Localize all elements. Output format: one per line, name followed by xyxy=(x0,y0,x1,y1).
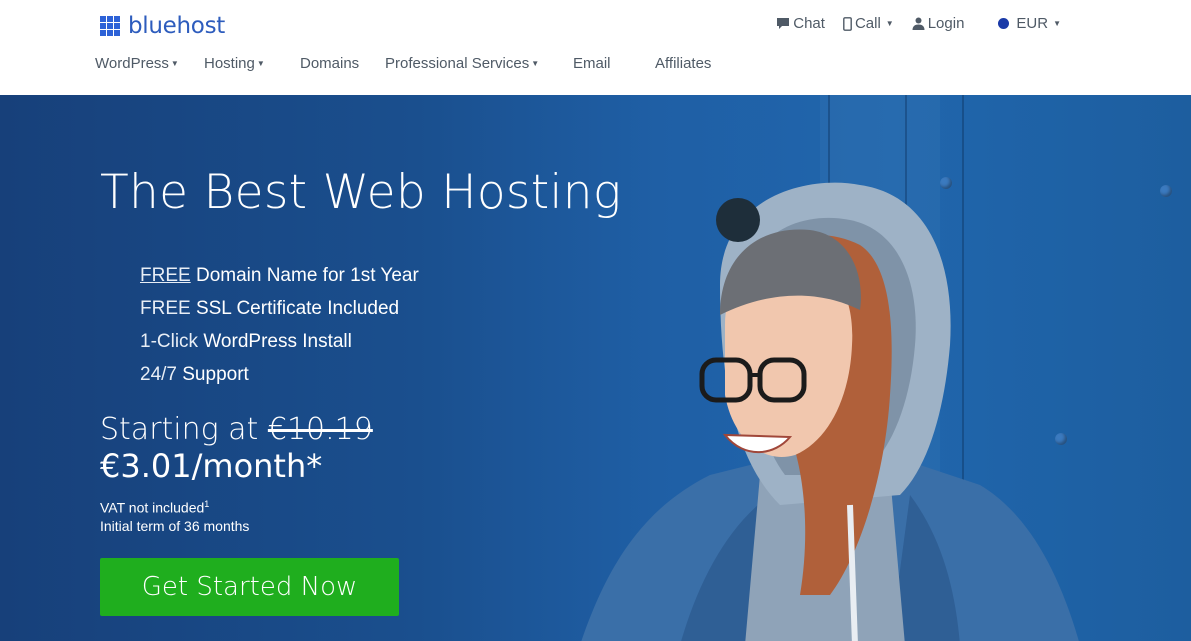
chevron-down-icon: ▼ xyxy=(531,59,540,68)
hero-banner: The Best Web Hosting FREE Domain Name fo… xyxy=(0,95,1191,641)
site-header: bluehost Chat Call ▼ Login EUR ▼ WordPre… xyxy=(0,0,1191,95)
call-label: Call xyxy=(854,15,881,32)
feature-bold-text: Support xyxy=(176,364,249,385)
nav-item-domains[interactable]: Domains xyxy=(300,55,385,72)
price-prefix: Starting at xyxy=(100,412,268,447)
call-link[interactable]: Call ▼ xyxy=(843,15,894,32)
currency-flag-icon xyxy=(998,18,1010,29)
phone-icon xyxy=(843,16,852,31)
logo-text: bluehost xyxy=(128,13,225,39)
login-link[interactable]: Login xyxy=(912,15,965,32)
term-note: Initial term of 36 months xyxy=(100,517,250,534)
main-nav: WordPress ▼ Hosting ▼ Domains Professional… xyxy=(95,55,711,72)
user-icon xyxy=(912,17,925,30)
bluehost-logo[interactable]: bluehost xyxy=(100,13,225,39)
chat-link[interactable]: Chat xyxy=(776,15,825,32)
chevron-down-icon: ▼ xyxy=(256,59,265,68)
feature-bold-text: Domain Name for 1st Year xyxy=(190,265,419,286)
feature-light-text: 24/7 xyxy=(140,364,177,385)
currency-label: EUR xyxy=(1016,15,1049,32)
feature-list: FREE Domain Name for 1st Year FREE SSL C… xyxy=(140,264,419,396)
nav-item-wordpress[interactable]: WordPress ▼ xyxy=(95,55,204,72)
nav-label: WordPress xyxy=(95,55,169,72)
chevron-down-icon: ▼ xyxy=(885,19,894,28)
logo-grid-icon xyxy=(100,16,120,36)
price-new: €3.01/month* xyxy=(100,447,323,485)
feature-item-support: 24/7 Support xyxy=(140,363,419,396)
vat-note: VAT not included1 xyxy=(100,499,210,516)
feature-item-domain: FREE Domain Name for 1st Year xyxy=(140,264,419,297)
chevron-down-icon: ▼ xyxy=(170,59,179,68)
currency-selector[interactable]: EUR ▼ xyxy=(998,15,1061,32)
utility-links: Chat Call ▼ Login EUR ▼ xyxy=(758,15,1061,32)
feature-bold-text: WordPress Install xyxy=(198,331,352,352)
nav-label: Domains xyxy=(300,55,360,72)
feature-bold-text: SSL Certificate Included xyxy=(190,298,400,319)
nav-label: Hosting xyxy=(204,55,255,72)
feature-item-ssl: FREE SSL Certificate Included xyxy=(140,297,419,330)
chat-label: Chat xyxy=(793,15,825,32)
nav-label: Affiliates xyxy=(655,55,712,72)
nav-item-hosting[interactable]: Hosting ▼ xyxy=(204,55,300,72)
hero-title: The Best Web Hosting xyxy=(100,165,622,220)
login-label: Login xyxy=(927,15,965,32)
feature-light-text: FREE xyxy=(140,298,191,319)
nav-label: Email xyxy=(573,55,611,72)
feature-light-text: 1-Click xyxy=(140,331,199,352)
nav-label: Professional Services xyxy=(385,55,530,72)
hero-person-illustration xyxy=(581,182,1079,641)
price-old: €10.19 xyxy=(267,412,373,447)
feature-item-wordpress: 1-Click WordPress Install xyxy=(140,330,419,363)
chevron-down-icon: ▼ xyxy=(1053,19,1061,28)
nav-item-professional-services[interactable]: Professional Services ▼ xyxy=(385,55,573,72)
chat-icon xyxy=(777,18,790,29)
footnote-marker[interactable]: 1 xyxy=(204,499,209,509)
pricing-notes: VAT not included1 Initial term of 36 mon… xyxy=(100,495,249,535)
nav-item-email[interactable]: Email xyxy=(573,55,655,72)
wall-rivet xyxy=(1160,185,1172,197)
nav-item-affiliates[interactable]: Affiliates xyxy=(655,55,711,72)
price-starting-line: Starting at €10.19 xyxy=(100,412,373,447)
get-started-button[interactable]: Get Started Now xyxy=(100,558,399,616)
feature-light-text[interactable]: FREE xyxy=(140,265,191,286)
